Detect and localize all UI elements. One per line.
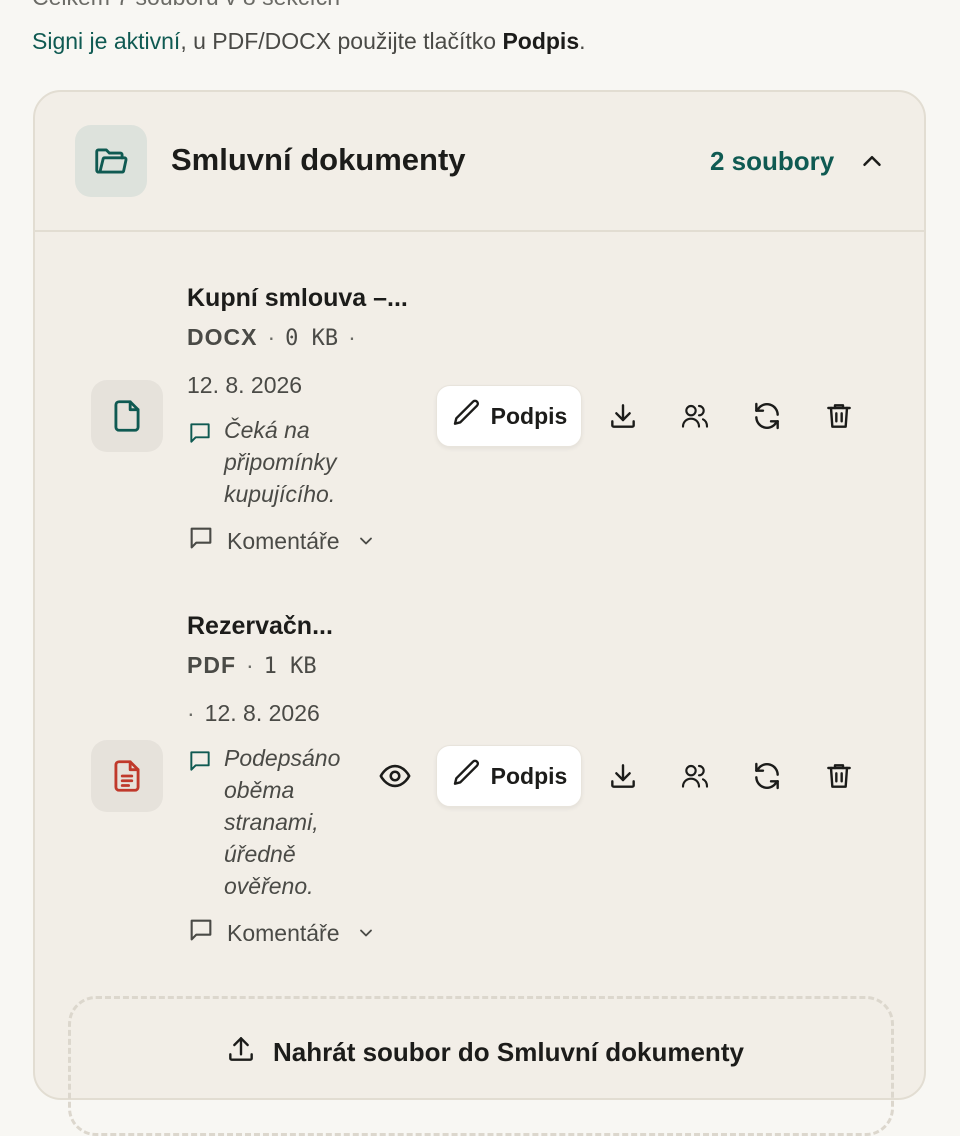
comments-toggle[interactable]: Komentáře [187,524,376,558]
chevron-up-icon[interactable] [857,146,887,181]
file-icon [91,380,163,452]
file-ext: DOCX [187,324,258,350]
file-date-line: · 12. 8. 2026 [187,700,320,726]
signi-status: Signi je aktivní, u PDF/DOCX použijte tl… [32,28,586,55]
trash-icon[interactable] [817,394,861,438]
comments-label: Komentáře [227,527,340,554]
upload-dropzone[interactable]: Nahrát soubor do Smluvní dokumenty [68,996,894,1136]
signi-hint-end: . [579,28,586,54]
file-name[interactable]: Rezervačn... [187,612,333,641]
comment-icon [187,916,215,950]
file-date: 12. 8. 2026 [204,700,320,726]
signi-hint-text: , u PDF/DOCX použijte tlačítko [180,28,503,54]
file-date: 12. 8. 2026 [187,372,303,398]
comments-label: Komentáře [227,919,340,946]
users-icon[interactable] [673,394,717,438]
pen-icon [451,757,483,795]
upload-button[interactable]: Nahrát soubor do Smluvní dokumenty [225,1033,744,1072]
file-size: 1 KB [263,654,317,679]
file-meta: DOCX · 0 KB · [187,324,356,351]
chevron-down-icon [356,531,376,551]
download-icon[interactable] [601,394,645,438]
file-note: Podepsáno oběma stranami, úředně ověřeno… [187,742,367,902]
trash-icon[interactable] [817,754,861,798]
chevron-down-icon [356,923,376,943]
section-title: Smluvní dokumenty [171,142,466,177]
files-summary: Celkem 7 souborů v 8 sekcích [32,0,340,11]
comments-toggle[interactable]: Komentáře [187,916,376,950]
file-note-text: Čeká na připomínky kupujícího. [224,417,337,507]
pdf-file-icon [91,740,163,812]
users-icon[interactable] [673,754,717,798]
file-size: 0 KB [285,326,339,351]
message-icon [187,748,213,782]
sign-button[interactable]: Podpis [436,385,582,447]
eye-icon[interactable] [373,754,417,798]
signi-hint-bold: Podpis [502,28,580,54]
comment-icon [187,524,215,558]
folder-icon [75,125,147,197]
pen-icon [451,397,483,435]
upload-label: Nahrát soubor do Smluvní dokumenty [273,1037,744,1067]
refresh-icon[interactable] [745,394,789,438]
sign-button-label: Podpis [490,762,568,789]
section-file-count: 2 soubory [710,146,835,176]
sign-button[interactable]: Podpis [436,745,582,807]
upload-icon [225,1033,257,1072]
section-panel: Smluvní dokumenty 2 soubory Kupní smlouv… [33,90,926,1136]
sign-button-label: Podpis [490,402,568,429]
section-header[interactable]: Smluvní dokumenty 2 soubory [35,92,924,232]
file-name[interactable]: Kupní smlouva –... [187,284,408,313]
refresh-icon[interactable] [745,754,789,798]
file-note-text: Podepsáno oběma stranami, úředně ověřeno… [224,745,341,899]
file-meta: PDF · 1 KB [187,652,317,679]
signi-active-link[interactable]: Signi je aktivní [32,28,180,54]
download-icon[interactable] [601,754,645,798]
file-ext: PDF [187,652,236,678]
file-note: Čeká na připomínky kupujícího. [187,414,367,510]
message-icon [187,420,213,454]
